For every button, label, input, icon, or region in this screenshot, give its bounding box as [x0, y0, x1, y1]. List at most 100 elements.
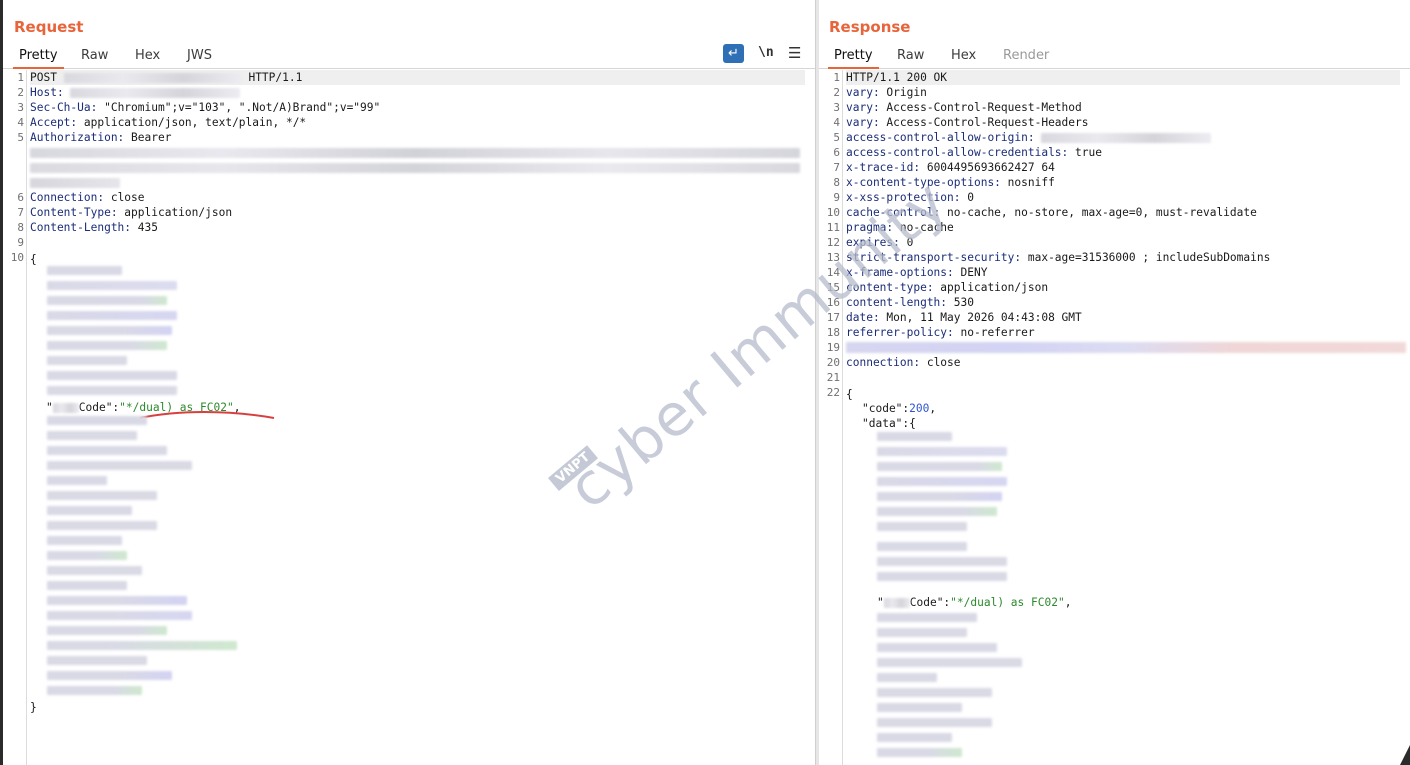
redacted-field — [47, 491, 157, 500]
response-tabs: Pretty Raw Hex Render — [819, 44, 1410, 69]
redacted-field — [877, 703, 962, 712]
header-accept: Accept: application/json, text/plain, */… — [30, 116, 307, 129]
redacted-field — [877, 733, 952, 742]
redacted-field — [877, 673, 937, 682]
redacted-field — [877, 432, 952, 441]
redacted-field — [47, 281, 177, 290]
header-row: access-control-allow-origin: — [846, 130, 1400, 145]
redacted-field — [47, 626, 167, 635]
redacted-origin — [1041, 133, 1212, 143]
redacted-field — [877, 447, 1007, 456]
header-row: vary: Access-Control-Request-Method — [846, 101, 1082, 114]
tab-render[interactable]: Render — [1003, 48, 1049, 63]
tab-hex[interactable]: Hex — [951, 48, 976, 63]
redacted-field — [47, 296, 167, 305]
redacted-field — [877, 542, 967, 551]
redacted-field — [47, 611, 192, 620]
show-newlines-toggle[interactable]: \n — [758, 45, 774, 60]
redacted-field — [47, 596, 187, 605]
redacted-field — [877, 658, 1022, 667]
header-connection: connection: close — [846, 356, 961, 369]
redacted-field — [47, 566, 142, 575]
header-row: vary: Access-Control-Request-Headers — [846, 116, 1089, 129]
request-tabs: Pretty Raw Hex JWS — [3, 44, 815, 69]
redacted-field — [47, 476, 107, 485]
json-code: "code":200, — [862, 402, 937, 415]
redacted-token — [30, 163, 800, 173]
tab-raw[interactable]: Raw — [897, 48, 924, 63]
redacted-field — [47, 371, 177, 380]
header-row: strict-transport-security: max-age=31536… — [846, 251, 1271, 264]
header-row: content-length: 530 — [846, 296, 974, 309]
redacted-field — [47, 521, 157, 530]
header-content-type: Content-Type: application/json — [30, 206, 233, 219]
tab-pretty[interactable]: Pretty — [13, 48, 64, 69]
redacted-field — [877, 718, 992, 727]
response-code-field: " Code":"*/dual) as FC02", — [877, 596, 1072, 609]
json-open-brace: { — [30, 253, 37, 266]
redacted-field — [877, 613, 977, 622]
response-title: Response — [829, 18, 911, 36]
header-connection: Connection: close — [30, 191, 145, 204]
header-row: vary: Origin — [846, 86, 927, 99]
redacted-field — [47, 671, 172, 680]
redacted-field — [47, 581, 127, 590]
header-row: x-trace-id: 6004495693662427 64 — [846, 161, 1055, 174]
redacted-field — [47, 386, 177, 395]
gutter-divider — [842, 70, 843, 765]
json-data: "data":{ — [862, 417, 916, 430]
json-close-brace: } — [30, 701, 37, 714]
json-open-brace: { — [846, 388, 853, 401]
header-row: referrer-policy: no-referrer — [846, 326, 1035, 339]
resize-corner[interactable] — [1400, 745, 1410, 765]
header-row: content-type: application/json — [846, 281, 1049, 294]
redacted-field — [47, 266, 122, 275]
redacted-host — [70, 88, 241, 98]
header-row: x-frame-options: DENY — [846, 266, 988, 279]
redacted-field — [47, 311, 177, 320]
redacted-field — [877, 628, 967, 637]
redacted-field — [877, 643, 997, 652]
response-panel: Response Pretty Raw Hex Render 1 HTTP/1.… — [819, 0, 1410, 765]
redacted-field — [47, 356, 127, 365]
redacted-field — [877, 557, 1007, 566]
gutter-divider — [26, 70, 27, 765]
redacted-field — [877, 477, 1007, 486]
tab-jws[interactable]: JWS — [187, 48, 212, 63]
red-underline-annotation — [139, 411, 275, 419]
header-content-length: Content-Length: 435 — [30, 221, 158, 234]
redacted-header — [846, 342, 1406, 353]
redacted-field — [47, 641, 237, 650]
tab-pretty[interactable]: Pretty — [828, 48, 879, 69]
redacted-token — [30, 148, 800, 158]
redacted-token — [30, 178, 120, 188]
tab-hex[interactable]: Hex — [135, 48, 160, 63]
redacted-field — [47, 686, 142, 695]
redacted-field — [47, 461, 192, 470]
redacted-field — [47, 416, 147, 425]
redacted-field — [47, 446, 167, 455]
redacted-field — [47, 506, 132, 515]
tab-raw[interactable]: Raw — [81, 48, 108, 63]
wrap-lines-icon[interactable]: ↵ — [723, 44, 744, 63]
redacted-field — [877, 688, 992, 697]
status-line: HTTP/1.1 200 OK — [846, 70, 1400, 85]
redacted-field — [47, 536, 122, 545]
header-row: date: Mon, 11 May 2026 04:43:08 GMT — [846, 311, 1082, 324]
redacted-field — [877, 748, 962, 757]
redacted-field — [47, 551, 127, 560]
header-row: access-control-allow-credentials: true — [846, 146, 1102, 159]
header-authorization: Authorization: Bearer — [30, 131, 172, 144]
redacted-key-prefix — [52, 403, 79, 413]
redacted-field — [47, 341, 167, 350]
header-sec-ch-ua: Sec-Ch-Ua: "Chromium";v="103", ".Not/A)B… — [30, 101, 381, 114]
redacted-field — [877, 492, 1002, 501]
redacted-field — [877, 462, 1002, 471]
header-host: Host: — [30, 85, 805, 100]
redacted-field — [47, 326, 172, 335]
redacted-field — [47, 656, 147, 665]
request-line: POST HTTP/1.1 — [30, 70, 805, 85]
menu-icon[interactable]: ☰ — [788, 44, 801, 62]
redacted-url — [63, 73, 242, 83]
redacted-field — [877, 522, 967, 531]
